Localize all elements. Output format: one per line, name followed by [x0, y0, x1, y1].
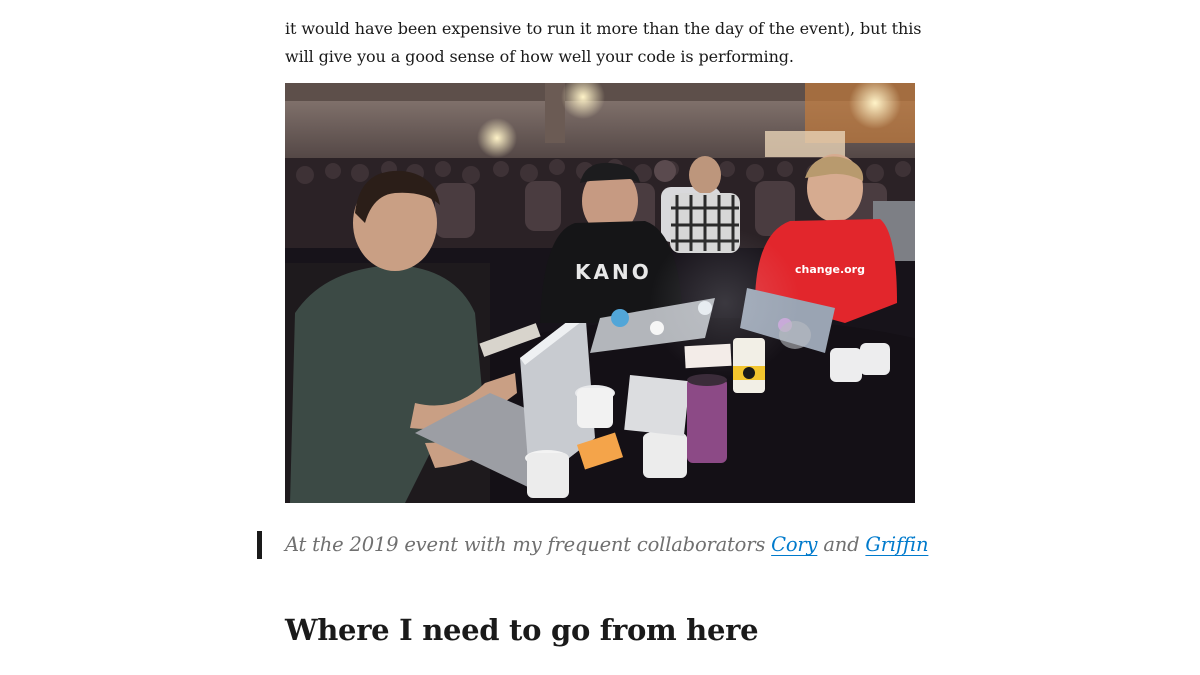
- griffin-link[interactable]: Griffin: [865, 533, 928, 556]
- caption-text: At the 2019 event with my frequent colla…: [285, 533, 772, 556]
- section-heading: Where I need to go from here: [285, 613, 759, 647]
- blockquote-bar: [257, 531, 262, 559]
- photo-caption: At the 2019 event with my frequent colla…: [285, 530, 929, 560]
- cory-link[interactable]: Cory: [771, 533, 817, 556]
- paragraph-line: will give you a good sense of how well y…: [285, 47, 794, 66]
- hackathon-photo: KANO change.org: [285, 83, 915, 503]
- body-paragraph: it would have been expensive to run it m…: [285, 15, 925, 71]
- paragraph-line: it would have been expensive to run it m…: [285, 19, 922, 38]
- caption-text: and: [817, 533, 866, 556]
- shirt-text-kano: KANO: [575, 260, 652, 284]
- shirt-text-change-org: change.org: [795, 263, 865, 276]
